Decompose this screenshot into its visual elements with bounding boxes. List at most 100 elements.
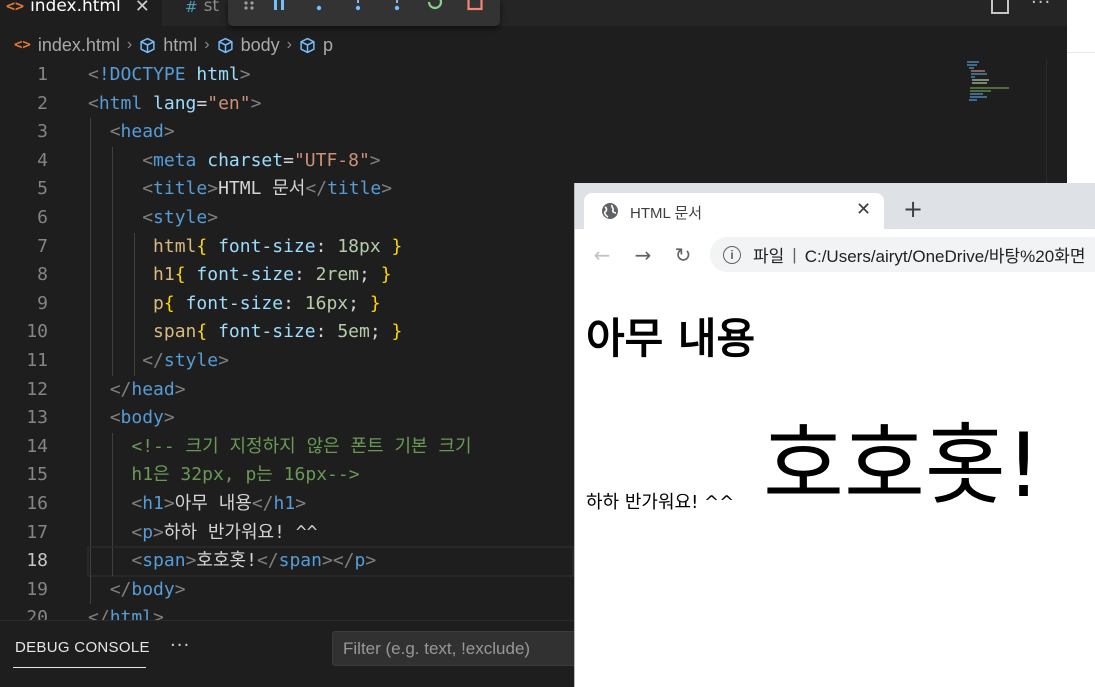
code-token: 호호홋! <box>196 550 257 572</box>
address-bar[interactable]: i 파일 | C:/Users/airyt/OneDrive/바탕%20화면 <box>710 237 1095 272</box>
page-large-span: 호호홋! <box>763 414 1042 517</box>
code-token: h1 <box>273 492 296 514</box>
line-number: 14 <box>26 435 48 457</box>
line-number-gutter: 1 2 3 4 5 6 7 8 9 10 11 12 13 14 15 16 1… <box>0 61 60 633</box>
breadcrumb-item-html[interactable]: html <box>163 35 197 56</box>
code-token: font-size <box>218 321 316 343</box>
close-icon[interactable]: ✕ <box>856 199 871 220</box>
tab-index-html[interactable]: <> index.html ✕ <box>0 0 162 26</box>
browser-window: HTML 문서 ✕ + ← → ↻ i 파일 | C:/Users/airyt/… <box>575 183 1095 687</box>
code-line: h1{ font-size: 2rem; } <box>88 261 573 290</box>
code-line: </body> <box>88 575 573 605</box>
code-token: body <box>131 578 175 600</box>
line-number: 17 <box>26 521 48 543</box>
html-file-icon: <> <box>14 37 31 53</box>
line-number: 8 <box>37 264 48 286</box>
page-heading: 아무 내용 <box>586 314 756 363</box>
code-comment: <!-- 크기 지정하지 않은 폰트 기본 크기 <box>131 435 472 457</box>
globe-icon <box>602 203 618 219</box>
code-line: </head> <box>88 375 573 405</box>
code-token: 5em <box>337 321 370 343</box>
code-line-current: <span>호호홋!</span></p> <box>87 546 574 577</box>
code-line: <!DOCTYPE html> <box>88 64 251 85</box>
restart-icon[interactable] <box>426 0 444 12</box>
background-window <box>1067 0 1095 183</box>
code-token: 아무 내용 <box>174 492 252 514</box>
code-token: p <box>142 521 154 543</box>
info-icon[interactable]: i <box>723 245 741 264</box>
code-token: head <box>120 121 164 143</box>
step-over-icon[interactable] <box>310 0 328 12</box>
breadcrumb-item-body[interactable]: body <box>241 35 280 56</box>
code-comment: h1은 32px, p는 16px--> <box>131 464 360 486</box>
code-token: p <box>153 292 164 314</box>
code-token: body <box>120 407 164 429</box>
code-area[interactable]: <!DOCTYPE html> <html lang="en"> <head> … <box>87 61 574 633</box>
line-number: 15 <box>26 464 48 486</box>
code-token: h1 <box>153 264 175 286</box>
browser-toolbar: ← → ↻ i 파일 | C:/Users/airyt/OneDrive/바탕%… <box>575 229 1095 282</box>
symbol-element-icon <box>300 37 315 53</box>
code-token: charset <box>207 149 284 171</box>
step-out-icon[interactable] <box>388 0 406 12</box>
split-editor-icon[interactable] <box>991 0 1009 14</box>
code-token: font-size <box>218 235 316 257</box>
line-number: 16 <box>26 492 48 514</box>
url-text[interactable]: C:/Users/airyt/OneDrive/바탕%20화면 <box>805 242 1086 267</box>
code-line: h1은 32px, p는 16px--> <box>88 461 573 490</box>
reload-icon[interactable]: ↻ <box>668 240 698 270</box>
browser-tab-strip: HTML 문서 ✕ + <box>575 183 1095 229</box>
code-line: html{ font-size: 18px } <box>88 232 573 262</box>
breadcrumb-item-p[interactable]: p <box>323 35 333 56</box>
line-number: 12 <box>26 378 48 400</box>
code-line: </style> <box>88 346 573 376</box>
filter-input[interactable] <box>332 631 582 666</box>
code-token: style <box>153 206 208 228</box>
more-icon[interactable]: ··· <box>170 635 190 656</box>
code-token: html <box>153 235 197 257</box>
line-number: 10 <box>26 321 48 343</box>
tab-debug-console[interactable]: DEBUG CONSOLE <box>15 639 150 656</box>
line-number: 6 <box>37 206 48 228</box>
drag-handle-icon[interactable] <box>240 0 258 12</box>
line-number: 13 <box>26 407 48 429</box>
code-line: <body> <box>88 404 573 433</box>
minimap[interactable] <box>965 60 1011 102</box>
code-token: font-size <box>196 264 294 286</box>
code-line: <title>HTML 문서</title> <box>88 175 573 204</box>
pause-icon[interactable] <box>270 0 288 12</box>
code-line: <style> <box>88 203 573 233</box>
code-token: "en" <box>207 92 251 114</box>
code-token: p <box>354 550 366 572</box>
html-file-icon: <> <box>6 0 25 15</box>
line-number: 9 <box>37 292 48 314</box>
code-line: <head> <box>88 118 573 147</box>
stop-icon[interactable] <box>466 0 484 12</box>
code-line: span{ font-size: 5em; } <box>88 318 573 347</box>
code-token: head <box>131 378 175 400</box>
url-scheme-label: 파일 <box>753 247 785 266</box>
line-number: 19 <box>26 578 48 600</box>
line-number: 7 <box>37 235 48 257</box>
code-token: 16px <box>304 292 349 314</box>
back-arrow-icon[interactable]: ← <box>587 240 617 270</box>
line-number: 1 <box>37 64 48 85</box>
symbol-element-icon <box>217 37 233 53</box>
code-token: title <box>153 178 208 200</box>
line-number: 4 <box>37 149 48 171</box>
code-token: span <box>153 321 197 343</box>
browser-tab[interactable]: HTML 문서 ✕ <box>584 193 884 229</box>
browser-tab-title: HTML 문서 <box>630 205 703 222</box>
close-icon[interactable]: ✕ <box>135 0 150 17</box>
step-into-icon[interactable] <box>349 0 367 12</box>
code-token: html <box>196 64 240 85</box>
breadcrumb-item-file[interactable]: index.html <box>38 35 120 56</box>
breadcrumb: <> index.html › html › body › p <box>14 32 333 58</box>
new-tab-button[interactable]: + <box>903 197 923 221</box>
url-separator: | <box>792 244 797 264</box>
breadcrumb-separator: › <box>286 36 292 53</box>
line-number-current: 18 <box>26 550 48 572</box>
more-actions-icon[interactable]: ··· <box>1031 0 1050 14</box>
tab-label: index.html <box>30 0 121 16</box>
forward-arrow-icon[interactable]: → <box>628 240 658 270</box>
